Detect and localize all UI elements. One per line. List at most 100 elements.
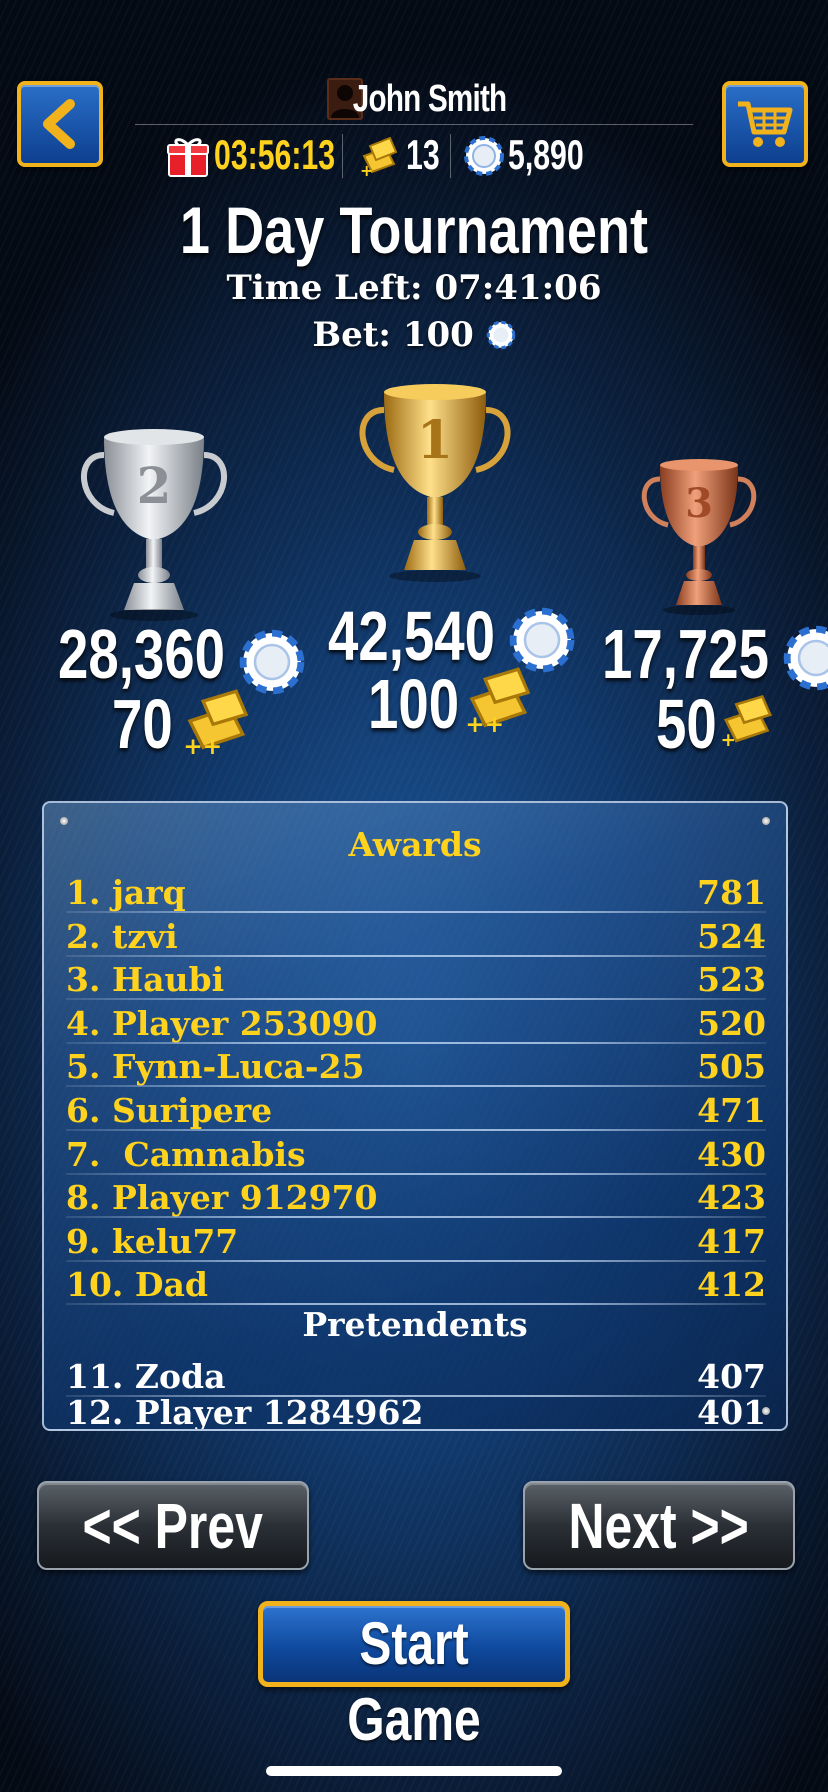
next-button[interactable]: Next >>: [523, 1481, 795, 1570]
row-score: 505: [697, 1047, 766, 1086]
row-rank-name: 1. jarq: [66, 871, 186, 914]
header-divider: [135, 124, 693, 125]
bet: Bet: 100: [0, 315, 828, 355]
bronze-trophy-icon: 3: [641, 459, 757, 615]
row-rank: 9.: [66, 1222, 101, 1261]
awards-heading: Awards: [348, 825, 482, 864]
row-divider: [66, 1173, 766, 1175]
row-rank: 7.: [66, 1135, 101, 1174]
prize-chips: 17,725: [602, 615, 770, 693]
svg-text:+: +: [721, 730, 736, 748]
gold-bars-icon: ++: [465, 667, 531, 732]
time-left-label: Time Left:: [226, 268, 423, 308]
row-rank: 1.: [66, 873, 101, 912]
trophy-number: 2: [137, 456, 172, 515]
svg-text:++: ++: [465, 712, 504, 732]
row-divider: [66, 955, 766, 957]
row-score: 423: [697, 1178, 766, 1217]
row-player-name: Dad: [134, 1265, 208, 1304]
cart-icon: [738, 101, 793, 147]
player-name: John Smith: [352, 78, 507, 120]
row-player-name: kelu77: [111, 1222, 239, 1261]
row-rank: 6.: [66, 1091, 101, 1130]
row-rank-name: 3. Haubi: [66, 958, 224, 1001]
row-divider: [66, 1085, 766, 1087]
leaderboard-row: 6. Suripere 471: [66, 1089, 766, 1132]
row-player-name: Player 912970: [111, 1178, 378, 1217]
row-rank: 3.: [66, 960, 101, 999]
row-rank-name: 12. Player 1284962: [66, 1391, 424, 1431]
next-label: Next >>: [568, 1490, 750, 1562]
bet-value: 100: [402, 315, 474, 355]
leaderboard-row: 7. Camnabis 430: [66, 1133, 766, 1176]
start-game-button[interactable]: Start Game: [258, 1601, 570, 1753]
row-player-name: jarq: [111, 873, 186, 912]
row-rank-name: 5. Fynn-Luca-25: [66, 1045, 365, 1088]
row-score: 412: [697, 1265, 766, 1304]
leaderboard-row: 4. Player 253090 520: [66, 1002, 766, 1045]
row-rank: 12.: [66, 1393, 124, 1431]
leaderboard-row: 5. Fynn-Luca-25 505: [66, 1045, 766, 1088]
row-player-name: Camnabis: [111, 1135, 306, 1174]
prev-button[interactable]: << Prev: [37, 1481, 309, 1570]
row-player-name: Fynn-Luca-25: [111, 1047, 365, 1086]
leaderboard-row: 8. Player 912970 423: [66, 1176, 766, 1219]
prize-gold: 70: [112, 685, 173, 763]
svg-text:+: +: [360, 161, 373, 178]
svg-text:++: ++: [183, 734, 222, 754]
bet-label: Bet:: [312, 315, 391, 355]
time-left: Time Left: 07:41:06: [0, 268, 828, 308]
prev-label: << Prev: [82, 1490, 264, 1562]
trophy-number: 1: [417, 410, 453, 471]
row-rank-name: 2. tzvi: [66, 915, 178, 958]
leaderboard-row: 10. Dad 412: [66, 1263, 766, 1306]
chip-icon: [509, 607, 575, 673]
gold-bars-icon: ++: [183, 689, 249, 754]
leaderboard-row: 1. jarq 781: [66, 871, 766, 914]
row-score: 524: [697, 917, 766, 956]
gift-timer: 03:56:13: [214, 131, 336, 178]
row-divider: [66, 1260, 766, 1262]
leaderboard-row: 3. Haubi 523: [66, 958, 766, 1001]
leaderboard-row: 9. kelu77 417: [66, 1220, 766, 1263]
row-rank-name: 9. kelu77: [66, 1220, 238, 1263]
leaderboard-panel[interactable]: Awards 1. jarq 781 2. tzvi 524 3. Haubi 523 4.…: [42, 801, 788, 1431]
row-player-name: tzvi: [111, 917, 178, 956]
row-rank: 5.: [66, 1047, 101, 1086]
stat-divider: [342, 134, 343, 178]
row-player-name: Haubi: [111, 960, 225, 999]
row-rank: 4.: [66, 1004, 101, 1043]
chip-icon: [783, 625, 828, 691]
leaderboard-row: 2. tzvi 524: [66, 915, 766, 958]
gold-count: 13: [406, 131, 440, 178]
row-player-name: Suripere: [111, 1091, 273, 1130]
row-score: 430: [697, 1135, 766, 1174]
currency-bar: 03:56:13 + 13 5,890: [160, 128, 620, 182]
home-indicator[interactable]: [266, 1766, 562, 1776]
row-player-name: Player 253090: [111, 1004, 378, 1043]
row-divider: [66, 1129, 766, 1131]
gift-icon[interactable]: [166, 134, 210, 178]
pretendents-heading: Pretendents: [302, 1305, 528, 1344]
row-rank: 10.: [66, 1265, 124, 1304]
row-divider: [66, 1042, 766, 1044]
row-rank: 8.: [66, 1178, 101, 1217]
row-rank-name: 8. Player 912970: [66, 1176, 378, 1219]
row-rank-name: 7. Camnabis: [66, 1133, 306, 1176]
chip-icon: [239, 629, 305, 695]
row-score: 471: [697, 1091, 766, 1130]
tournament-title: 1 Day Tournament: [179, 193, 649, 267]
gold-bars-icon: +: [360, 136, 398, 178]
chips-count: 5,890: [508, 131, 584, 178]
leaderboard-row: 12. Player 1284962 401: [66, 1391, 766, 1431]
rivet: [60, 817, 68, 825]
row-score: 520: [697, 1004, 766, 1043]
row-rank: 2.: [66, 917, 101, 956]
row-rank-name: 10. Dad: [66, 1263, 208, 1306]
row-score: 401: [697, 1393, 766, 1431]
prize-chips: 28,360: [58, 615, 226, 693]
row-score: 417: [697, 1222, 766, 1261]
gold-trophy-icon: 1: [359, 384, 511, 582]
row-player-name: Player 1284962: [134, 1393, 424, 1431]
stat-divider: [450, 134, 451, 178]
